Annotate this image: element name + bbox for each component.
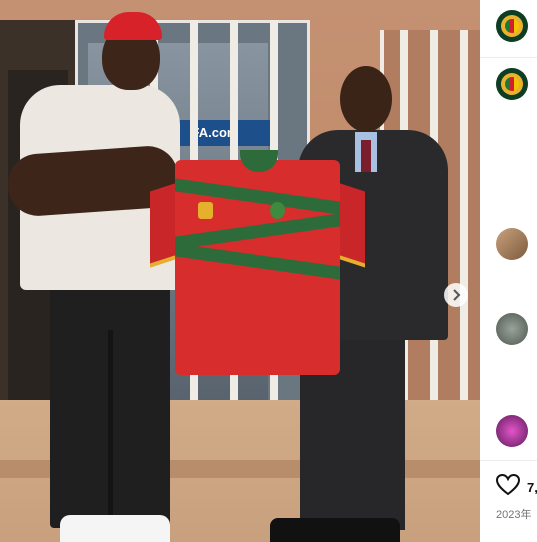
- post-photo: FA.com: [0, 0, 480, 542]
- flag-emblem-icon: [505, 19, 519, 33]
- window-bar: [460, 30, 468, 440]
- trouser-seam: [108, 330, 113, 530]
- next-photo-button[interactable]: [444, 283, 468, 307]
- right-person-head: [340, 66, 392, 132]
- federation-crest-icon: [198, 202, 213, 219]
- football-jersey: [150, 150, 365, 375]
- chevron-right-icon: [453, 289, 461, 301]
- header-divider: [480, 57, 537, 58]
- caption-author-avatar[interactable]: [496, 68, 528, 100]
- black-dress-shoes: [270, 518, 400, 542]
- round-badge-icon: [270, 202, 285, 219]
- federation-avatar[interactable]: [496, 10, 528, 42]
- flag-emblem-icon: [505, 77, 519, 91]
- post-date: 2023年: [496, 509, 532, 521]
- actions-divider: [480, 460, 537, 461]
- commenter-avatar[interactable]: [496, 415, 528, 447]
- white-sneakers: [60, 515, 170, 542]
- commenter-avatar[interactable]: [496, 228, 528, 260]
- likes-count[interactable]: 7,: [527, 480, 537, 495]
- like-heart-icon[interactable]: [496, 474, 520, 496]
- commenter-avatar[interactable]: [496, 313, 528, 345]
